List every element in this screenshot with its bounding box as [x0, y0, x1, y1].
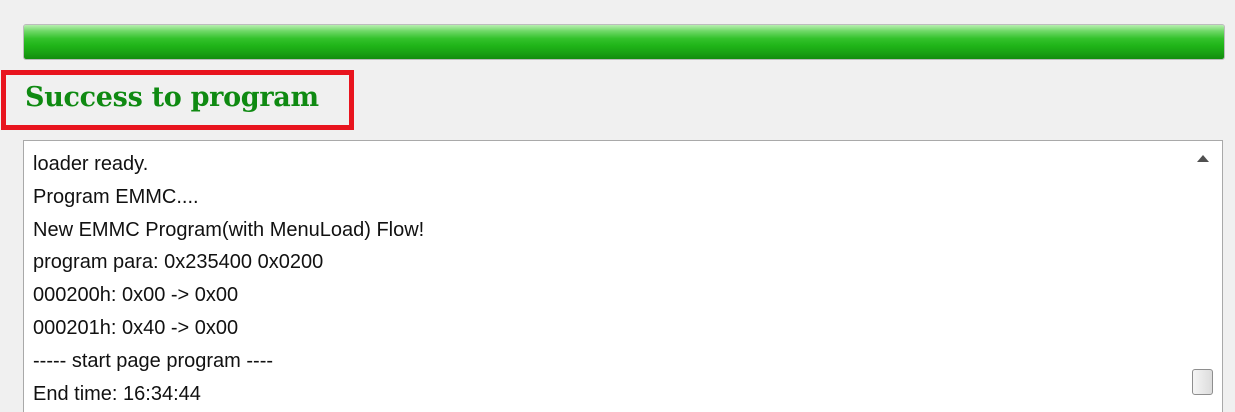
- log-line: program para: 0x235400 0x0200: [33, 251, 324, 274]
- log-line: 000200h: 0x00 -> 0x00: [33, 284, 239, 307]
- scroll-thumb[interactable]: [1192, 369, 1213, 395]
- status-message: Success to program: [25, 82, 319, 113]
- log-line: 000201h: 0x40 -> 0x00: [33, 316, 239, 339]
- programmer-window: Success to program loader ready. Program …: [0, 0, 1235, 412]
- log-text: loader ready. Program EMMC.... New EMMC Pr…: [33, 148, 1182, 410]
- log-line: loader ready.: [33, 153, 149, 175]
- progress-bar: [23, 24, 1225, 60]
- vertical-scrollbar[interactable]: [1188, 141, 1222, 412]
- log-panel[interactable]: loader ready. Program EMMC.... New EMMC Pr…: [23, 140, 1223, 412]
- log-line: ----- start page program ----: [33, 349, 274, 372]
- progress-bar-fill: [24, 25, 1224, 59]
- scroll-up-icon[interactable]: [1197, 155, 1209, 162]
- log-line: End time: 16:34:44: [33, 382, 201, 405]
- log-line: Program EMMC....: [33, 185, 199, 208]
- log-line: New EMMC Program(with MenuLoad) Flow!: [33, 218, 425, 241]
